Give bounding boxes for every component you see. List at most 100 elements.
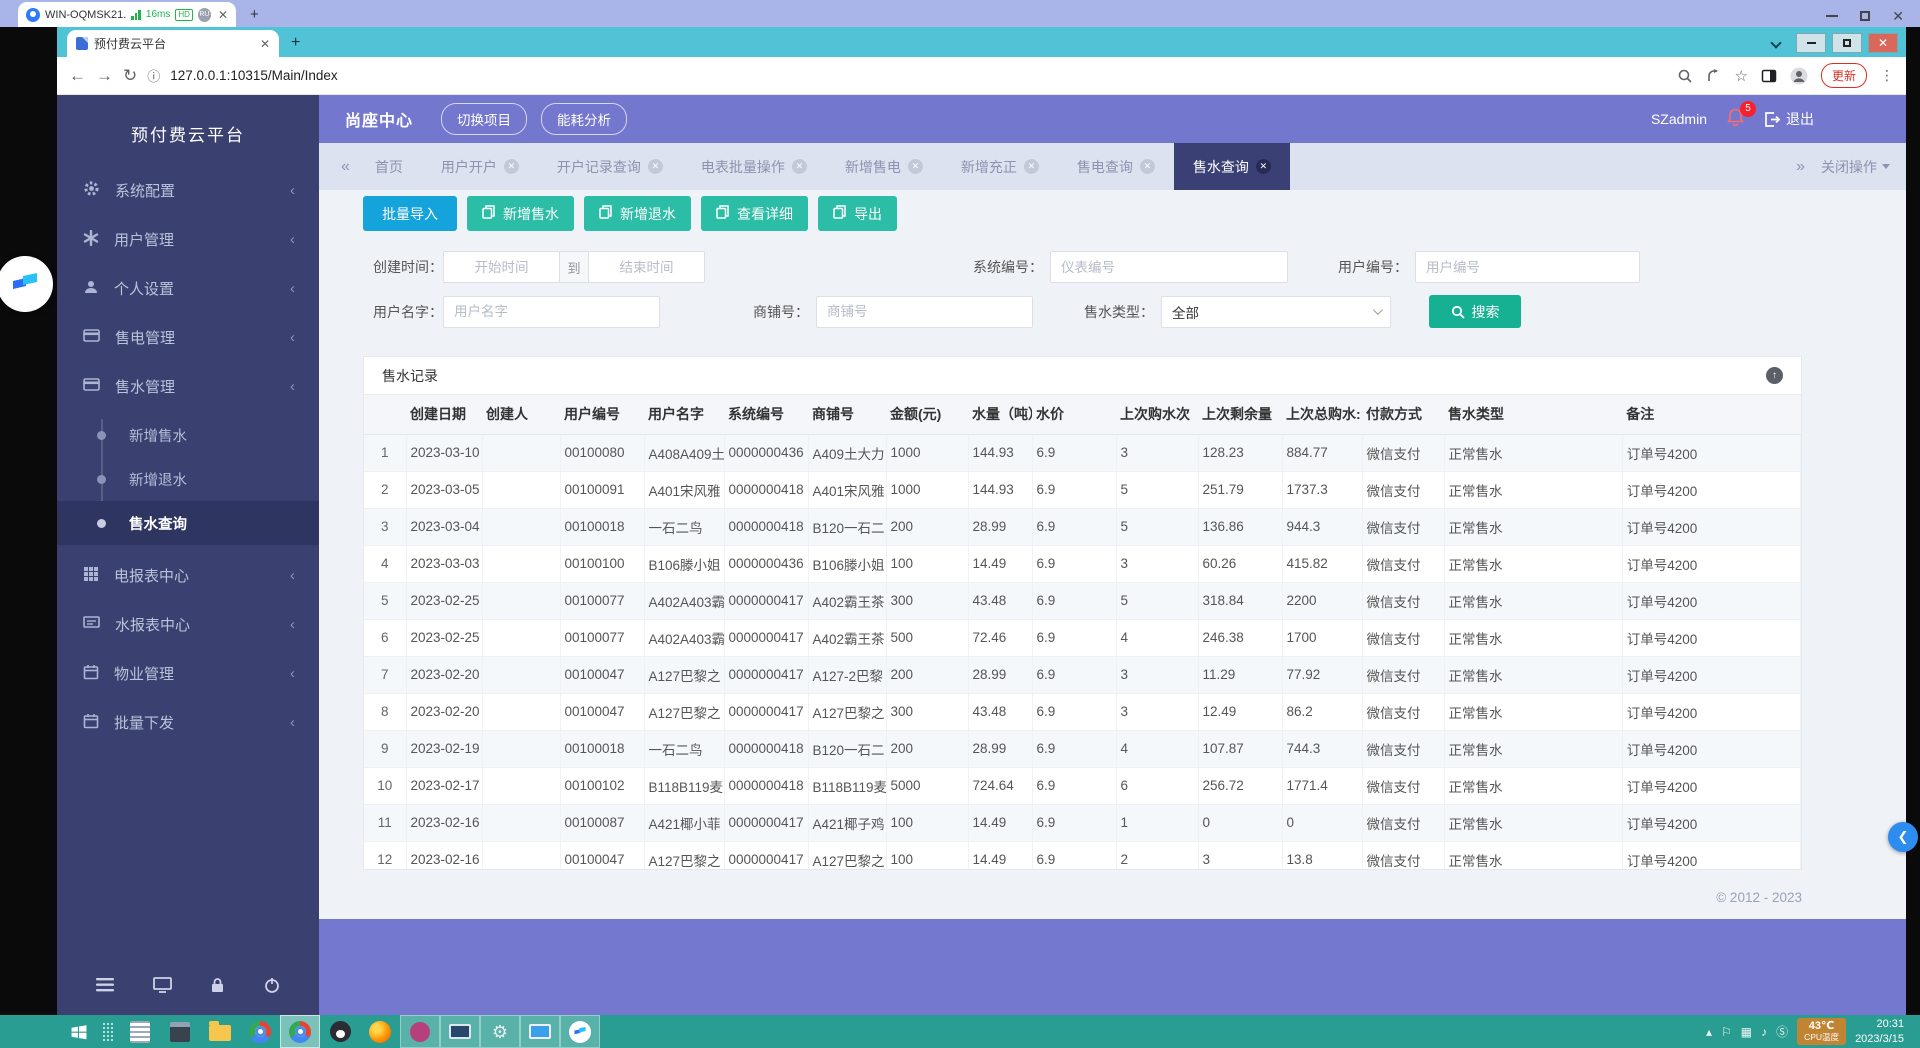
- close-session-icon[interactable]: ✕: [218, 8, 228, 22]
- column-header[interactable]: 用户名字: [644, 395, 724, 434]
- column-header[interactable]: 用户编号: [560, 395, 644, 434]
- address-bar[interactable]: 127.0.0.1:10315/Main/Index: [170, 68, 1666, 83]
- new-tab-button[interactable]: +: [291, 34, 300, 52]
- hd-badge[interactable]: HD: [175, 9, 193, 21]
- page-tab[interactable]: 新增充正 ✕: [942, 143, 1058, 190]
- close-tab-icon[interactable]: ✕: [792, 159, 807, 174]
- close-operations-dropdown[interactable]: 关闭操作: [1821, 157, 1890, 177]
- hamburger-menu-icon[interactable]: [96, 978, 114, 997]
- taskbar-chrome-active-icon[interactable]: [280, 1015, 320, 1048]
- start-time-input[interactable]: [443, 251, 559, 283]
- search-button[interactable]: 搜索: [1429, 295, 1521, 328]
- sidebar-item-property-management[interactable]: 物业管理 ‹: [57, 649, 319, 698]
- action-button[interactable]: 新增售水: [467, 196, 574, 231]
- cpu-temp-badge[interactable]: 43℃ CPU温度: [1797, 1018, 1846, 1044]
- bookmark-star-icon[interactable]: ☆: [1735, 67, 1748, 85]
- column-header[interactable]: 创建日期: [406, 395, 482, 434]
- reload-icon[interactable]: ↻: [123, 66, 137, 86]
- forward-icon[interactable]: →: [96, 66, 113, 86]
- tray-keyboard-icon[interactable]: ▦: [1741, 1025, 1752, 1039]
- browser-tab[interactable]: 预付费云平台 ✕: [67, 30, 279, 57]
- page-tab[interactable]: 开户记录查询 ✕: [538, 143, 682, 190]
- column-header[interactable]: 备注: [1622, 395, 1800, 434]
- tray-volume-icon[interactable]: ♪: [1761, 1025, 1767, 1039]
- monitor-icon[interactable]: [153, 977, 172, 998]
- table-row[interactable]: 9 2023-02-19 00100018 一石二鸟 0000000418 B1…: [364, 730, 1801, 767]
- sidebar-item-water-sale[interactable]: 售水管理 ‹: [57, 362, 319, 411]
- tray-flag-icon[interactable]: ⚐: [1721, 1025, 1732, 1039]
- close-tab-icon[interactable]: ✕: [908, 159, 923, 174]
- column-header[interactable]: 水价: [1032, 395, 1116, 434]
- inner-close-button[interactable]: ✕: [1868, 33, 1898, 53]
- page-tab[interactable]: 用户开户 ✕: [422, 143, 538, 190]
- table-row[interactable]: 6 2023-02-25 00100077 A402A403霸 00000004…: [364, 619, 1801, 656]
- logout-button[interactable]: 退出: [1764, 109, 1814, 129]
- table-row[interactable]: 12 2023-02-16 00100047 A127巴黎之 000000041…: [364, 841, 1801, 869]
- close-tab-icon[interactable]: ✕: [648, 159, 663, 174]
- close-tab-icon[interactable]: ✕: [504, 159, 519, 174]
- table-row[interactable]: 1 2023-03-10 00100080 A408A409土 00000004…: [364, 434, 1801, 471]
- page-tab[interactable]: 电表批量操作 ✕: [682, 143, 826, 190]
- taskbar-chrome-icon[interactable]: [240, 1015, 280, 1048]
- user-no-input[interactable]: [1415, 251, 1640, 283]
- action-button[interactable]: 查看详细: [701, 196, 808, 231]
- switch-project-button[interactable]: 切换项目: [441, 103, 527, 135]
- chevron-down-icon[interactable]: [1770, 37, 1781, 48]
- user-badge[interactable]: RU: [198, 8, 211, 22]
- site-info-icon[interactable]: ⓘ: [147, 66, 160, 85]
- table-row[interactable]: 3 2023-03-04 00100018 一石二鸟 0000000418 B1…: [364, 508, 1801, 545]
- avatar[interactable]: [1790, 67, 1808, 85]
- share-icon[interactable]: [1706, 68, 1722, 84]
- update-button[interactable]: 更新: [1821, 63, 1867, 88]
- column-header[interactable]: 水量（吨）: [968, 395, 1032, 434]
- power-icon[interactable]: [264, 977, 280, 998]
- inner-maximize-button[interactable]: [1832, 33, 1862, 53]
- page-tab[interactable]: 新增售电 ✕: [826, 143, 942, 190]
- close-tab-icon[interactable]: ✕: [1256, 159, 1271, 174]
- maximize-window-icon[interactable]: [1860, 11, 1870, 21]
- action-button[interactable]: 导出: [818, 196, 897, 231]
- back-icon[interactable]: ←: [69, 66, 86, 86]
- page-tab[interactable]: 售水查询 ✕: [1174, 143, 1290, 190]
- edge-panel-toggle[interactable]: ❮: [1888, 822, 1918, 852]
- energy-analysis-button[interactable]: 能耗分析: [541, 103, 627, 135]
- column-header[interactable]: 商铺号: [808, 395, 886, 434]
- inner-minimize-button[interactable]: [1796, 33, 1826, 53]
- taskbar-notepad-icon[interactable]: [120, 1015, 160, 1048]
- table-row[interactable]: 2 2023-03-05 00100091 A401宋风雅 0000000418…: [364, 471, 1801, 508]
- close-tab-icon[interactable]: ✕: [260, 37, 270, 51]
- sidebar-item-batch-dispatch[interactable]: 批量下发 ‹: [57, 698, 319, 747]
- lock-icon[interactable]: [210, 977, 225, 998]
- zoom-icon[interactable]: [1677, 68, 1693, 84]
- page-tab[interactable]: 首页 ✕: [356, 143, 422, 190]
- taskbar-monitor-app-icon[interactable]: [440, 1015, 480, 1048]
- column-header[interactable]: 创建人: [482, 395, 560, 434]
- sidebar-item-electric-report-center[interactable]: 电报表中心 ‹: [57, 551, 319, 600]
- table-row[interactable]: 7 2023-02-20 00100047 A127巴黎之 0000000417…: [364, 656, 1801, 693]
- column-header[interactable]: 付款方式: [1362, 395, 1444, 434]
- sidebar-item-personal-settings[interactable]: 个人设置 ‹: [57, 264, 319, 313]
- shop-no-input[interactable]: [816, 296, 1033, 328]
- taskbar-terminal-icon[interactable]: [160, 1015, 200, 1048]
- menu-kebab-icon[interactable]: ⋮: [1880, 67, 1894, 84]
- action-button[interactable]: 新增退水: [584, 196, 691, 231]
- start-button[interactable]: [62, 1015, 96, 1048]
- sale-type-select[interactable]: 全部: [1161, 296, 1391, 328]
- close-tab-icon[interactable]: ✕: [1024, 159, 1039, 174]
- taskbar-todesk-icon[interactable]: [560, 1015, 600, 1048]
- column-header[interactable]: 售水类型: [1444, 395, 1622, 434]
- tray-input-method-icon[interactable]: Ⓢ: [1776, 1023, 1788, 1040]
- sidebar-item-new-water-sale[interactable]: 新增售水: [57, 413, 319, 457]
- user-name-input[interactable]: [443, 296, 660, 328]
- end-time-input[interactable]: [589, 251, 705, 283]
- table-row[interactable]: 8 2023-02-20 00100047 A127巴黎之 0000000417…: [364, 693, 1801, 730]
- taskbar-explorer-icon[interactable]: [200, 1015, 240, 1048]
- page-tab[interactable]: 售电查询 ✕: [1058, 143, 1174, 190]
- sidebar-item-water-report-center[interactable]: 水报表中心 ‹: [57, 600, 319, 649]
- column-header[interactable]: 系统编号: [724, 395, 808, 434]
- notification-bell-icon[interactable]: 5: [1727, 108, 1744, 131]
- sidebar-item-water-sale-query[interactable]: 售水查询: [57, 501, 319, 545]
- close-tab-icon[interactable]: ✕: [1140, 159, 1155, 174]
- column-header[interactable]: 上次总购水:: [1282, 395, 1362, 434]
- scroll-tabs-right-icon[interactable]: »: [1790, 158, 1811, 176]
